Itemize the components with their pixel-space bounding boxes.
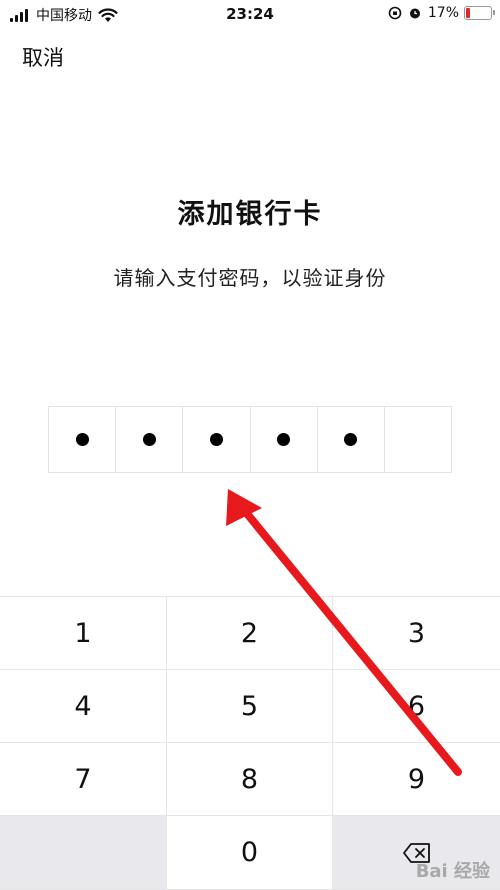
key-5[interactable]: 5 (167, 670, 333, 743)
numeric-keypad: 123 456 7890 (0, 596, 500, 890)
key-3[interactable]: 3 (333, 597, 500, 670)
page-title: 添加银行卡 (177, 199, 323, 230)
key-9[interactable]: 9 (333, 743, 500, 816)
status-bar: 中国移动 23:24 17% (0, 0, 500, 30)
key-8[interactable]: 8 (167, 743, 333, 816)
pin-cell (385, 407, 451, 472)
pin-dot (277, 433, 291, 446)
key-6[interactable]: 6 (333, 670, 500, 743)
pin-cell (49, 407, 117, 472)
pin-dot (209, 433, 223, 446)
battery-percent: 17% (427, 5, 459, 21)
keypad-blank (0, 816, 167, 890)
pin-dot (344, 433, 358, 446)
cancel-button[interactable]: 取消 (22, 42, 64, 72)
pin-cell (251, 407, 318, 472)
alarm-icon (409, 8, 420, 19)
key-1[interactable]: 1 (0, 597, 167, 670)
pin-dot (142, 433, 156, 446)
pin-dot (75, 433, 89, 446)
password-input[interactable] (48, 406, 452, 473)
key-2[interactable]: 2 (167, 597, 333, 670)
orientation-lock-icon (388, 6, 402, 20)
pin-cell (116, 407, 184, 472)
key-0[interactable]: 0 (167, 816, 333, 890)
watermark: Bai 经验 (415, 861, 490, 882)
status-right: 17% (388, 5, 495, 21)
key-7[interactable]: 7 (0, 743, 167, 816)
battery-icon (464, 6, 495, 20)
page-subtitle: 请输入支付密码，以验证身份 (113, 266, 387, 290)
battery-level (466, 8, 471, 18)
key-4[interactable]: 4 (0, 670, 167, 743)
pin-cell (183, 407, 251, 472)
pin-cell (318, 407, 385, 472)
